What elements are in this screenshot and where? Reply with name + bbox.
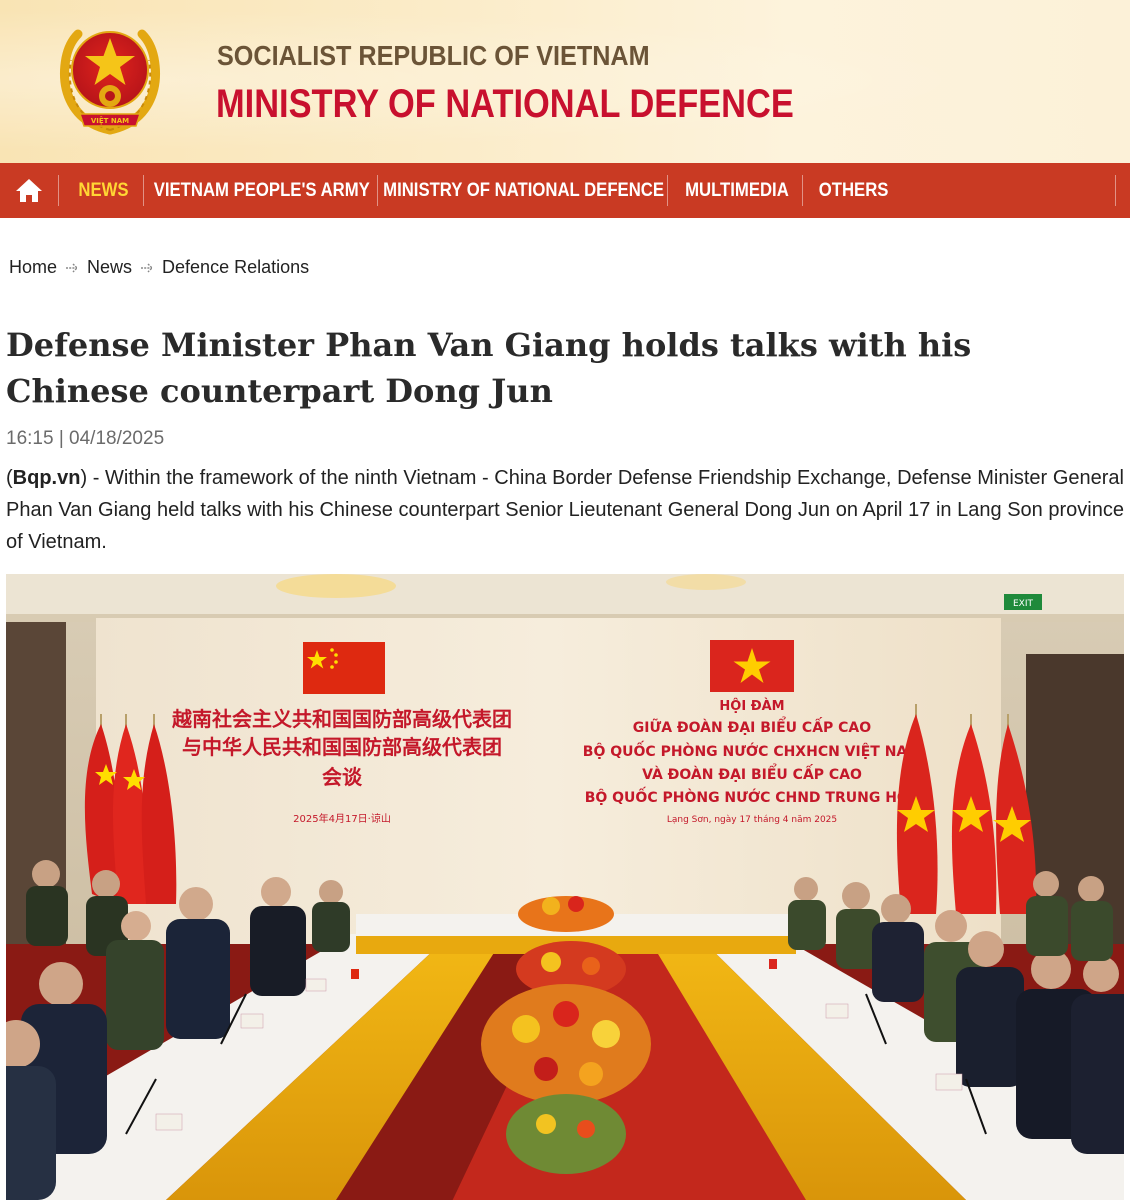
banner-cn-line-1: 越南社会主义共和国国防部高级代表团 [171,707,512,731]
banner-cn-line-2: 与中华人民共和国国防部高级代表团 [182,735,502,759]
ministry-name[interactable]: MINISTRY OF NATIONAL DEFENCE [216,82,794,127]
nav-divider [667,175,668,206]
nav-item-vietnam-peoples-army[interactable]: VIETNAM PEOPLE'S ARMY [150,163,374,218]
nav-item-multimedia[interactable]: MULTIMEDIA [674,163,799,218]
site-header: VIỆT NAM SOCIALIST REPUBLIC OF VIETNAM M… [0,0,1130,163]
nav-item-ministry-of-national-defence[interactable]: MINISTRY OF NATIONAL DEFENCE [384,163,665,218]
emblem-ribbon-text: VIỆT NAM [91,116,129,125]
exit-sign: EXIT [1013,599,1034,609]
nav-item-others[interactable]: OTHERS [809,163,899,218]
breadcrumb-news[interactable]: News [87,257,132,278]
banner-cn-line-3: 会谈 [322,765,363,789]
banner-vn-date: Lạng Sơn, ngày 17 tháng 4 năm 2025 [667,815,837,825]
banner-cn-date: 2025年4月17日·谅山 [293,812,391,825]
nav-divider [377,175,378,206]
nav-item-news[interactable]: NEWS [66,163,140,218]
arrow-right-icon [141,263,154,272]
lead-open-paren: ( [6,467,13,489]
main-nav: NEWS VIETNAM PEOPLE'S ARMY MINISTRY OF N… [0,163,1130,218]
home-icon[interactable] [14,176,44,204]
banner-vn-line-1: HỘI ĐÀM [719,698,784,714]
article-timestamp: 16:15 | 04/18/2025 [6,428,165,449]
nav-divider [1115,175,1116,206]
article-source: Bqp.vn [12,467,81,489]
nav-divider [802,175,803,206]
lead-text: ) - Within the framework of the ninth Vi… [6,467,1124,553]
arrow-right-icon [66,263,79,272]
nav-divider [143,175,144,206]
breadcrumb-home[interactable]: Home [9,257,57,278]
article-lead: (Bqp.vn) - Within the framework of the n… [6,462,1124,558]
country-name: SOCIALIST REPUBLIC OF VIETNAM [217,40,650,71]
breadcrumb: Home News Defence Relations [9,257,309,278]
article-photo[interactable]: EXIT 越南社会主义共和国国防部高级代表团 与中华人民共和国国防部高级代表团 … [6,574,1124,1200]
breadcrumb-defence-relations[interactable]: Defence Relations [162,257,309,278]
nav-divider [58,175,59,206]
national-emblem-logo[interactable]: VIỆT NAM [58,18,162,136]
meeting-photo: EXIT 越南社会主义共和国国防部高级代表团 与中华人民共和国国防部高级代表团 … [6,574,1124,1200]
article-title: Defense Minister Phan Van Giang holds ta… [6,326,972,410]
